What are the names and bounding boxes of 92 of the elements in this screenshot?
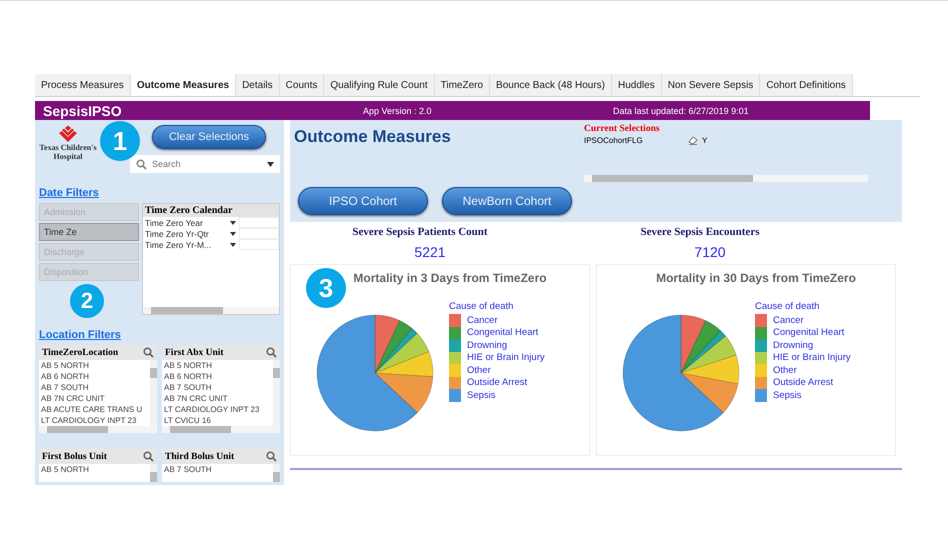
last-updated: Data last updated: 6/27/2019 9:01 <box>613 106 749 116</box>
legend-label: Congenital Heart <box>467 327 538 338</box>
tab[interactable]: Huddles <box>612 74 662 96</box>
cohort-button[interactable]: IPSO Cohort <box>298 187 428 215</box>
tab[interactable]: Cohort Definitions <box>760 74 853 96</box>
calendar-input-field[interactable] <box>239 228 279 239</box>
legend-label: Sepsis <box>773 390 802 401</box>
list-box-title: Third Bolus Unit <box>165 452 234 462</box>
horizontal-scrollbar[interactable] <box>143 307 279 314</box>
kpi-label: Severe Sepsis Encounters <box>640 226 760 238</box>
page-title: Outcome Measures <box>294 127 452 147</box>
chart-title: Mortality in 3 Days from TimeZero <box>352 271 548 285</box>
legend-label: Other <box>467 364 491 376</box>
list-box-title: First Abx Unit <box>165 348 224 358</box>
list-item[interactable]: AB 7 SOUTH <box>39 382 150 393</box>
kpi-value: 5221 <box>414 244 446 260</box>
search-box[interactable]: Search <box>130 155 280 173</box>
search-icon[interactable] <box>143 347 154 358</box>
legend-label: Other <box>773 364 797 376</box>
horizontal-scrollbar[interactable] <box>162 426 280 433</box>
calendar-field-label: Time Zero Year <box>145 218 204 228</box>
legend-label: Outside Arrest <box>773 377 834 388</box>
current-selections-heading: Current Selections <box>584 124 661 134</box>
tab[interactable]: Non Severe Sepsis <box>662 74 760 96</box>
tab[interactable]: Qualifying Rule Count <box>324 74 435 96</box>
list-item[interactable]: AB ACUTE CARE TRANS U <box>39 404 150 415</box>
list-item[interactable]: AB 5 NORTH <box>39 464 150 475</box>
dropdown-caret-icon <box>267 162 274 166</box>
list-item[interactable]: AB 5 NORTH <box>162 360 273 371</box>
selection-field: IPSOCohortFLG <box>584 136 684 145</box>
tab[interactable]: Process Measures <box>35 74 131 96</box>
chart-title: Mortality in 30 Days from TimeZero <box>655 271 857 285</box>
kpi-value: 7120 <box>694 244 726 260</box>
selection-value: Y <box>702 136 708 145</box>
list-item[interactable]: LT CVICU 16 <box>162 415 273 426</box>
legend-title: Cause of death <box>449 301 514 312</box>
calendar-title: Time Zero Calendar <box>143 204 279 217</box>
calendar-input-field[interactable] <box>239 217 279 228</box>
horizontal-scrollbar[interactable] <box>39 426 157 433</box>
list-item[interactable]: LT CARDIOLOGY INPT 23 <box>162 404 273 415</box>
list-item[interactable]: AB 5 NORTH <box>39 360 150 371</box>
search-icon[interactable] <box>266 451 277 462</box>
legend-label: Drowning <box>773 340 814 351</box>
calendar-field-label: Time Zero Yr-M... <box>145 240 212 250</box>
dropdown-caret-icon[interactable] <box>230 220 236 224</box>
date-tab[interactable]: Time Ze <box>39 223 139 241</box>
dropdown-caret-icon[interactable] <box>230 242 236 246</box>
search-icon <box>136 158 147 170</box>
app-title: SepsisIPSO <box>42 102 123 118</box>
search-icon[interactable] <box>266 347 277 358</box>
calendar-field-label: Time Zero Yr-Qtr <box>145 228 210 238</box>
search-icon[interactable] <box>143 451 154 462</box>
kpi-label: Severe Sepsis Patients Count <box>352 226 488 238</box>
cohort-button[interactable]: NewBorn Cohort <box>442 187 572 215</box>
logo-text: Hospital <box>54 152 82 161</box>
location-filters-link[interactable]: Location Filters <box>39 329 121 341</box>
list-item[interactable]: LT CARDIOLOGY INPT 23 <box>39 415 150 426</box>
list-item[interactable]: AB 7N CRC UNIT <box>39 393 150 404</box>
list-item[interactable]: AB 6 NORTH <box>39 371 150 382</box>
legend-label: Cancer <box>773 314 804 326</box>
legend-label: Drowning <box>467 340 508 351</box>
clear-selections-button[interactable]: Clear Selections <box>152 125 266 149</box>
logo-text: Texas Children's <box>39 143 97 152</box>
app-version: App Version : 2.0 <box>363 106 433 116</box>
tab[interactable]: Bounce Back (48 Hours) <box>490 74 612 96</box>
legend-title: Cause of death <box>755 301 820 312</box>
legend-label: HIE or Brain Injury <box>467 352 545 364</box>
tab[interactable]: Counts <box>280 74 324 96</box>
horizontal-scrollbar[interactable] <box>584 175 868 182</box>
legend-label: Congenital Heart <box>773 327 844 338</box>
list-item[interactable]: AB 7N CRC UNIT <box>162 393 273 404</box>
list-item[interactable]: AB 7 SOUTH <box>162 382 273 393</box>
search-field[interactable]: Search <box>150 158 264 170</box>
vertical-scrollbar[interactable] <box>273 360 280 426</box>
vertical-scrollbar[interactable] <box>273 464 280 482</box>
list-item[interactable]: AB 7 SOUTH <box>162 464 273 475</box>
calendar-input-field[interactable] <box>239 239 279 250</box>
list-box-title: TimeZeroLocation <box>42 348 118 358</box>
dropdown-caret-icon[interactable] <box>230 232 236 236</box>
date-filters-link[interactable]: Date Filters <box>39 187 99 199</box>
tab[interactable]: TimeZero <box>434 74 490 96</box>
legend-label: Sepsis <box>467 390 496 401</box>
vertical-scrollbar[interactable] <box>150 464 157 482</box>
number-badge: 3 <box>306 268 346 308</box>
legend-label: Outside Arrest <box>467 377 528 388</box>
vertical-scrollbar[interactable] <box>150 360 157 426</box>
eraser-icon[interactable] <box>688 136 698 145</box>
legend-label: Cancer <box>467 314 498 326</box>
list-item[interactable]: AB 6 NORTH <box>162 371 273 382</box>
list-box-title: First Bolus Unit <box>42 452 107 462</box>
legend-label: HIE or Brain Injury <box>773 352 851 364</box>
tab[interactable]: Details <box>236 74 280 96</box>
